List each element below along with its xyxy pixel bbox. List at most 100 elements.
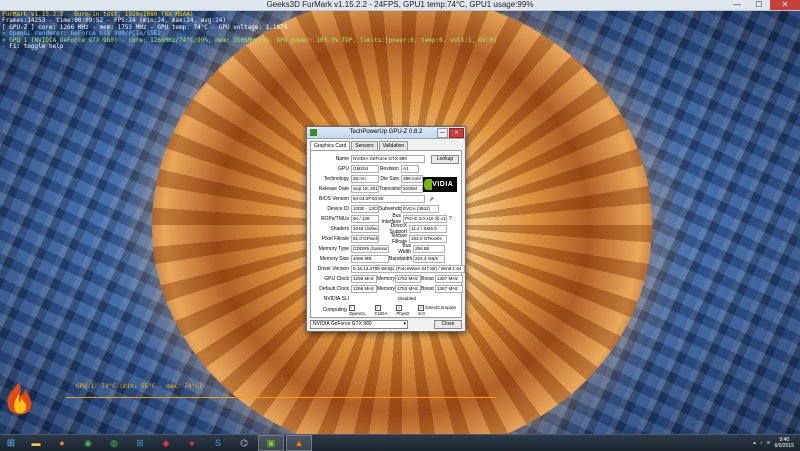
texture-fillrate-value: 162.0 GTexel/s xyxy=(409,235,447,243)
furmark-osd: FurMark v1.15.2.2 - Burn-in test, 1920x1… xyxy=(2,11,497,51)
nvidia-logo: NVIDIA xyxy=(423,177,457,192)
temperature-graph-label: GPU 1: 74°C (min: 55°C - max: 74°C) xyxy=(76,383,203,390)
chevron-down-icon: ▾ xyxy=(403,321,406,327)
gpuz-minimize-button[interactable]: — xyxy=(437,128,448,138)
device-id-label: Device ID xyxy=(327,206,349,212)
rops-value: 64 / 128 xyxy=(351,215,379,223)
wifi-icon[interactable]: ≋ xyxy=(766,440,770,446)
start-icon[interactable]: ⊞ xyxy=(0,435,22,451)
driver-version-value: 9.18.13.4788 WHQL (ForceWare 347.88) / W… xyxy=(351,265,465,273)
osd-line: - F1: toggle help xyxy=(2,43,64,51)
windows-icon[interactable]: ⊞ xyxy=(128,436,152,450)
die-size-value: 398 mm² xyxy=(401,175,423,183)
memory-size-value: 4096 MB xyxy=(351,255,389,263)
sli-value: Disabled xyxy=(398,296,416,301)
bios-value: 84.04.2F.00.80 xyxy=(351,195,425,203)
technology-label: Technology xyxy=(323,176,349,182)
default-clock-value: 1266 MHz xyxy=(351,285,377,293)
gpuz-icon[interactable]: ▣ xyxy=(258,435,284,451)
tray-arrow-icon[interactable]: ▴ xyxy=(753,440,756,446)
volume-icon[interactable]: ♪ xyxy=(760,440,763,446)
chrome-icon[interactable]: ◉ xyxy=(76,436,100,450)
taskbar: ⊞ ▬ ● ◉ ◍ ⊞ ◆ ● S ⌬ ▣ ▲ ▴ ♪ ≋ 9:40 6/5/2… xyxy=(0,434,800,451)
driver-version-label: Driver Version xyxy=(317,266,349,272)
osd-line: > GPU 1 (NVIDIA GeForce GTX 980) - core:… xyxy=(2,36,497,44)
technology-value: 28 nm xyxy=(351,175,379,183)
bus-help-button[interactable]: ? xyxy=(449,216,452,222)
close-button[interactable]: ✕ xyxy=(770,0,800,10)
memory-type-label: Memory Type xyxy=(318,246,349,252)
save-bios-icon[interactable]: ⇗ xyxy=(429,196,434,203)
lookup-button[interactable]: Lookup xyxy=(431,154,459,164)
gpuz-close-dialog-button[interactable]: Close xyxy=(434,320,462,329)
release-date-value: Sep 19, 2014 xyxy=(351,185,379,193)
transistors-label: Transistors xyxy=(379,186,404,192)
computing-label: Computing xyxy=(322,307,347,313)
boost-value: 1367 MHz xyxy=(435,275,463,283)
sli-label: NVIDIA SLI xyxy=(323,296,349,302)
bios-label: BIOS Version xyxy=(318,196,349,202)
system-tray: ▴ ♪ ≋ 9:40 6/5/2015 xyxy=(753,437,800,449)
directcompute-checkbox[interactable]: ✓ DirectCompute 5.0 xyxy=(418,304,461,316)
bandwidth-value: 224.4 GB/s xyxy=(413,255,445,263)
gpuz-close-button[interactable]: ✕ xyxy=(449,128,464,138)
bandwidth-label: Bandwidth xyxy=(389,256,413,262)
lastfm-icon[interactable]: ● xyxy=(180,436,204,450)
gpu-value: GM204 xyxy=(351,165,379,173)
minimize-button[interactable]: — xyxy=(726,0,748,10)
clock-date: 6/5/2015 xyxy=(774,443,794,449)
physx-checkbox[interactable]: ✓PhysX xyxy=(396,304,415,316)
graphics-card-panel: Name NVIDIA GeForce GTX 980 Lookup GPU G… xyxy=(310,150,465,318)
maximize-button[interactable]: ☐ xyxy=(748,0,770,10)
tab-graphics-card[interactable]: Graphics Card xyxy=(310,141,351,150)
release-date-label: Release Date xyxy=(318,186,349,192)
gpu-select-dropdown[interactable]: NVIDIA GeForce GTX 980 ▾ xyxy=(310,320,408,329)
memory-clock-label: Memory xyxy=(377,276,396,282)
skype-icon[interactable]: S xyxy=(206,436,230,450)
app-icon[interactable]: ◆ xyxy=(154,436,178,450)
furmark-icon[interactable]: ▲ xyxy=(286,435,312,451)
window-titlebar: Geeks3D FurMark v1.15.2.2 - 24FPS, GPU1 … xyxy=(0,0,800,11)
folder-icon[interactable]: ▬ xyxy=(24,436,48,450)
memory-type-value: GDDR5 (Samsung) xyxy=(351,245,389,253)
opencl-checkbox[interactable]: ✓OpenCL xyxy=(348,304,372,316)
default-clock-label: Default Clock xyxy=(319,286,349,292)
memory-clock-value: 1753 MHz xyxy=(395,275,421,283)
boost-label: Boost xyxy=(421,276,434,282)
shaders-value: 2048 Unified xyxy=(351,225,379,233)
revision-value: A1 xyxy=(401,165,419,173)
gpuz-window: TechPowerUp GPU-Z 0.8.2 — ✕ Graphics Car… xyxy=(306,126,466,332)
gpu-clock-label: GPU Clock xyxy=(324,276,349,282)
clock[interactable]: 9:40 6/5/2015 xyxy=(775,437,794,449)
window-title: Geeks3D FurMark v1.15.2.2 - 24FPS, GPU1 … xyxy=(266,0,534,9)
cuda-checkbox[interactable]: ✓CUDA xyxy=(374,304,394,316)
shaders-label: Shaders xyxy=(330,226,349,232)
temperature-graph-line xyxy=(66,397,496,398)
transistors-value: 5200M xyxy=(401,185,423,193)
chat-icon[interactable]: ◍ xyxy=(102,436,126,450)
bus-width-label: Bus Width xyxy=(398,243,411,255)
firefox-icon[interactable]: ● xyxy=(50,436,74,450)
name-label: Name xyxy=(335,156,349,162)
default-boost-label: Boost xyxy=(421,286,434,292)
tab-sensors[interactable]: Sensors xyxy=(351,141,378,150)
name-value: NVIDIA GeForce GTX 980 xyxy=(351,155,425,163)
die-size-label: Die Size xyxy=(380,176,399,182)
directx-value: 11.2 / SM5.0 xyxy=(409,225,447,233)
default-memory-label: Memory xyxy=(377,286,396,292)
default-memory-value: 1753 MHz xyxy=(395,285,421,293)
memory-size-label: Memory Size xyxy=(319,256,349,262)
tab-validation[interactable]: Validation xyxy=(378,141,409,150)
bus-interface-value: PCI-E 3.0 x16 @ x16 3.0 xyxy=(403,215,447,223)
rops-label: ROPs/TMUs xyxy=(320,216,349,222)
default-boost-value: 1367 MHz xyxy=(435,285,463,293)
subvendor-value: EVGA (3842) xyxy=(401,205,439,213)
gpuz-titlebar: TechPowerUp GPU-Z 0.8.2 — ✕ xyxy=(307,127,465,139)
gpu-clock-value: 1266 MHz xyxy=(351,275,377,283)
furmark-logo-icon xyxy=(7,382,32,415)
revision-label: Revision xyxy=(379,166,399,172)
network-icon[interactable]: ⌬ xyxy=(232,436,256,450)
pixel-fillrate-label: Pixel Fillrate xyxy=(321,236,349,242)
subvendor-label: Subvendor xyxy=(379,206,404,212)
bus-width-value: 256 Bit xyxy=(413,245,445,253)
